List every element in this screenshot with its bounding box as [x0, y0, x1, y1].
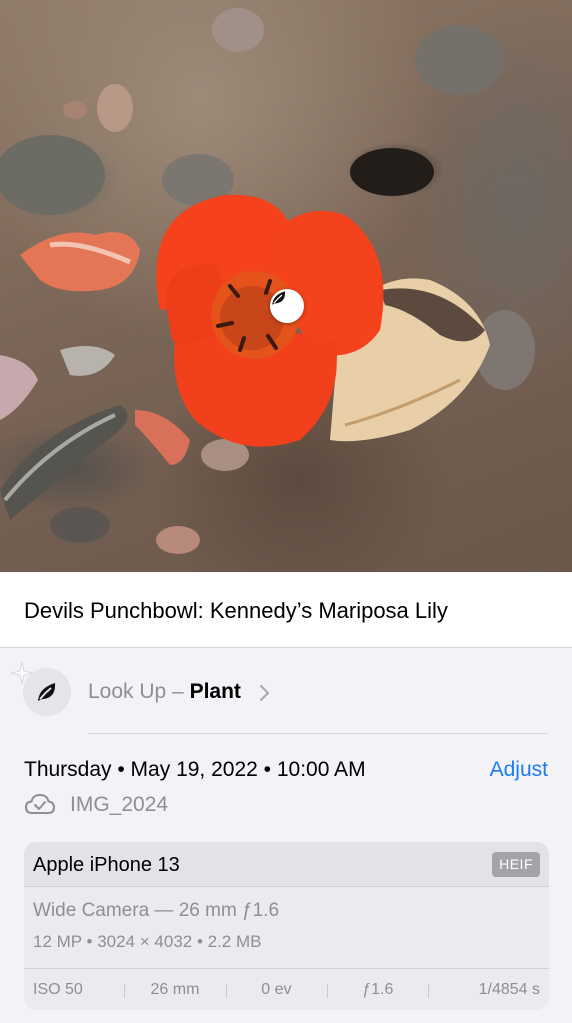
lookup-subject: Plant: [189, 680, 241, 703]
exif-focal-length: 26 mm: [124, 981, 225, 999]
lookup-prefix: Look Up –: [88, 680, 190, 703]
divider: [88, 733, 548, 734]
leaf-icon: [272, 291, 286, 305]
photo-date: Thursday • May 19, 2022 • 10:00 AM: [24, 758, 366, 781]
card-header: Apple iPhone 13 HEIF: [24, 842, 549, 887]
exif-row: ISO 50 26 mm 0 ev ƒ1.6 1/4854 s: [24, 969, 549, 1010]
chevron-right-icon[interactable]: [258, 684, 270, 702]
photo-caption[interactable]: Devils Punchbowl: Kennedy’s Mariposa Lil…: [24, 598, 448, 624]
visual-lookup-badge[interactable]: [270, 289, 304, 323]
image-specs: 12 MP • 3024 × 4032 • 2.2 MB: [33, 932, 262, 951]
exif-exposure-value: 0 ev: [225, 981, 327, 999]
exif-iso: ISO 50: [33, 980, 83, 998]
lookup-link[interactable]: Look Up – Plant: [88, 680, 241, 704]
icloud-check-icon: [24, 793, 56, 814]
exif-aperture: ƒ1.6: [327, 981, 428, 999]
caption-area[interactable]: Devils Punchbowl: Kennedy’s Mariposa Lil…: [0, 572, 572, 648]
adjust-button[interactable]: Adjust: [490, 758, 548, 782]
photo-scene: [0, 8, 535, 554]
camera-info-card: Apple iPhone 13 HEIF Wide Camera — 26 mm…: [24, 842, 549, 1010]
leaf-icon: [38, 683, 56, 701]
lens-info: Wide Camera — 26 mm ƒ1.6: [33, 900, 280, 921]
file-name: IMG_2024: [70, 793, 169, 816]
photo[interactable]: [0, 0, 572, 572]
lookup-leaf-button[interactable]: [23, 668, 71, 716]
device-name: Apple iPhone 13: [33, 854, 180, 876]
exif-shutter-speed: 1/4854 s: [428, 981, 549, 999]
format-badge: HEIF: [492, 852, 540, 877]
